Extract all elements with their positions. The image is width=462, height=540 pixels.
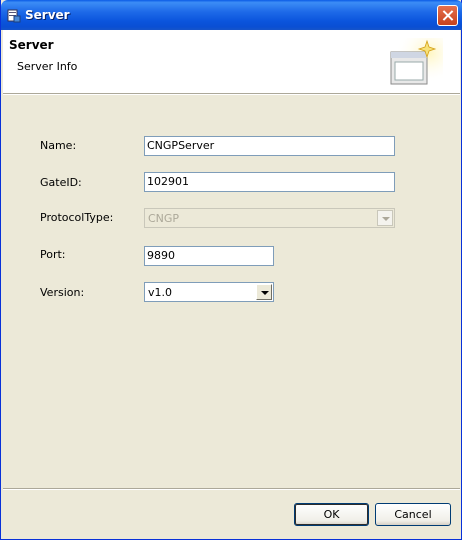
version-dropdown-button[interactable] (256, 284, 272, 300)
banner-description: Server Info (17, 60, 78, 73)
protocol-type-label: ProtocolType: (40, 211, 114, 224)
version-value: v1.0 (148, 286, 173, 299)
chevron-down-icon (382, 217, 390, 221)
protocol-type-dropdown-button[interactable] (377, 210, 393, 226)
version-select[interactable]: v1.0 (144, 282, 274, 302)
banner-separator (3, 93, 460, 95)
server-dialog: Server Server Server Info Name: CNGPServ… (0, 0, 462, 540)
name-label: Name: (40, 139, 77, 152)
close-button[interactable] (437, 5, 458, 26)
header-banner: Server Server Info (3, 30, 460, 93)
gateid-label: GateID: (40, 176, 82, 189)
title-bar[interactable]: Server (1, 0, 462, 30)
cancel-button[interactable]: Cancel (375, 503, 451, 526)
name-input[interactable]: CNGPServer (144, 136, 395, 156)
banner-title: Server (9, 38, 54, 52)
gateid-input[interactable]: 102901 (144, 172, 395, 192)
wizard-window-icon (387, 38, 443, 88)
protocol-type-value: CNGP (148, 212, 180, 225)
ok-button[interactable]: OK (294, 503, 369, 526)
version-label: Version: (40, 286, 85, 299)
port-label: Port: (40, 248, 66, 261)
window-server-icon (7, 9, 21, 23)
chevron-down-icon (261, 291, 269, 295)
protocol-type-select[interactable]: CNGP (144, 208, 395, 228)
window-title: Server (25, 8, 70, 22)
port-input[interactable]: 9890 (144, 246, 274, 266)
footer-separator (3, 488, 460, 490)
